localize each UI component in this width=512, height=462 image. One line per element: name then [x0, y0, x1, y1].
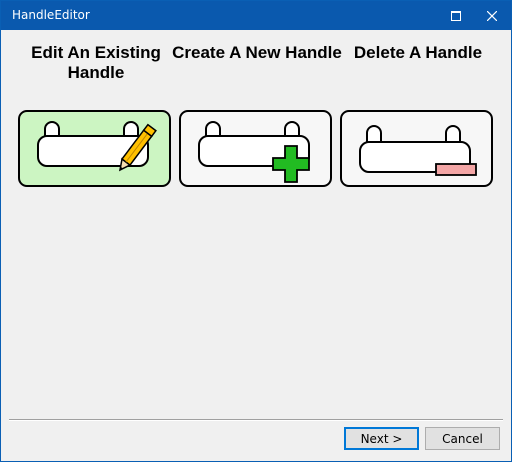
option-create-handle[interactable]: [179, 110, 332, 187]
heading-create-handle: Create A New Handle: [172, 43, 342, 62]
option-edit-handle[interactable]: [18, 110, 171, 187]
title-bar[interactable]: HandleEditor: [1, 1, 511, 30]
next-button[interactable]: Next >: [344, 427, 419, 450]
handle-editor-window: HandleEditor Edit An Existing Handle Cre…: [0, 0, 512, 462]
close-icon: [487, 10, 497, 21]
maximize-button[interactable]: [439, 1, 473, 30]
option-delete-handle[interactable]: [340, 110, 493, 187]
handle-delete-icon: [359, 125, 477, 176]
footer-separator: [9, 419, 503, 421]
window-title: HandleEditor: [12, 8, 90, 22]
close-button[interactable]: [475, 1, 509, 30]
maximize-icon: [451, 10, 461, 21]
handle-edit-icon: [37, 121, 157, 172]
heading-delete-handle: Delete A Handle: [353, 43, 483, 62]
cancel-button[interactable]: Cancel: [425, 427, 500, 450]
handle-add-icon: [198, 121, 310, 183]
heading-edit-handle: Edit An Existing Handle: [31, 43, 161, 82]
